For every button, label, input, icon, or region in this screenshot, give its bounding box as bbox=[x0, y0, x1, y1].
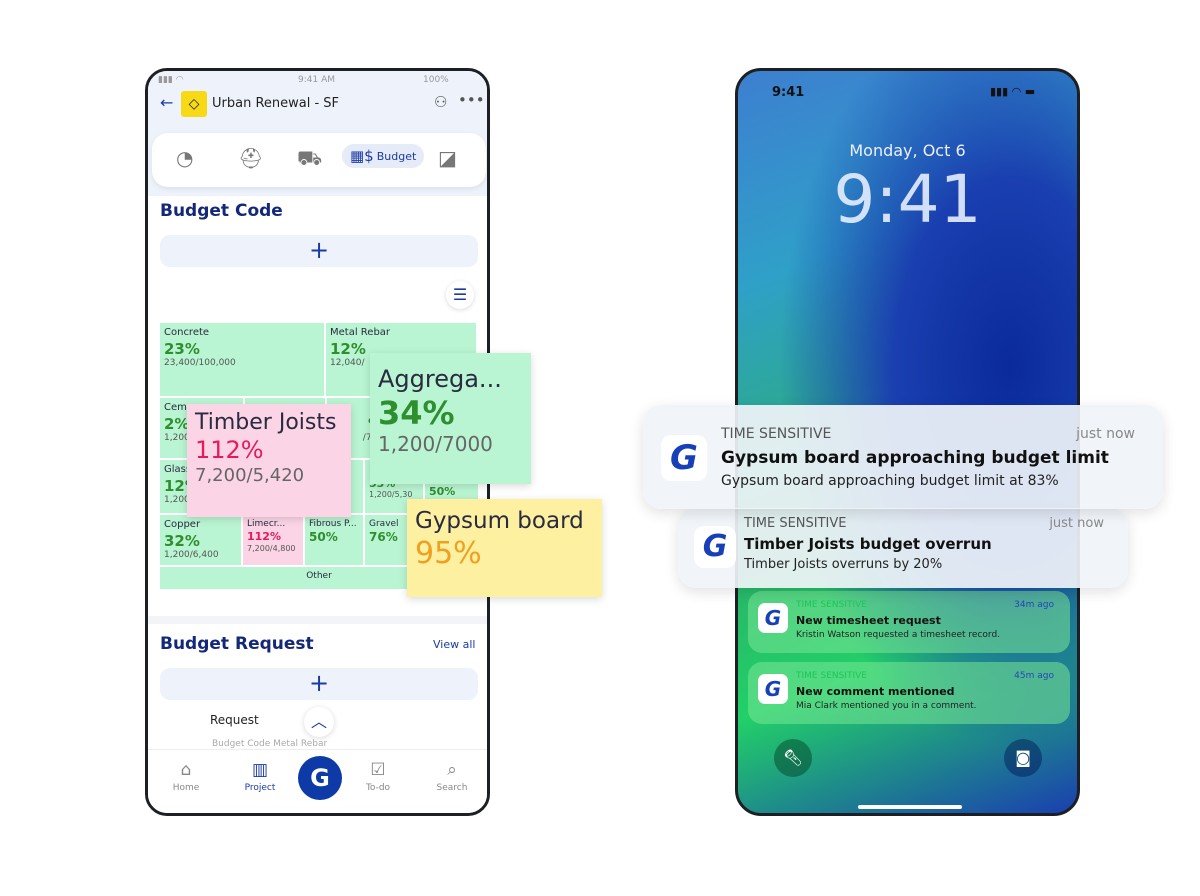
calculator-dollar-icon: ▦$ bbox=[350, 147, 374, 165]
hardhat-gear-icon[interactable]: ⛑ bbox=[238, 146, 263, 170]
home-indicator[interactable] bbox=[858, 805, 962, 809]
camera-icon[interactable]: ◙ bbox=[1004, 739, 1042, 777]
notification-comment[interactable]: G TIME SENSITIVE 45m ago New comment men… bbox=[748, 662, 1070, 724]
home-icon: ⌂ bbox=[180, 760, 192, 780]
project-logo: ◇ bbox=[181, 91, 207, 117]
speedometer-icon[interactable]: ◔ bbox=[176, 146, 193, 170]
flashlight-icon[interactable]: 🔦︎ bbox=[774, 739, 812, 777]
nav-project[interactable]: ▥ Project bbox=[230, 760, 290, 793]
project-icon: ▥ bbox=[251, 760, 269, 780]
more-icon[interactable]: ••• bbox=[458, 91, 485, 109]
battery: 100% bbox=[423, 75, 449, 85]
clipboard-icon: ☑ bbox=[370, 760, 386, 780]
status-time: 9:41 AM bbox=[298, 75, 335, 85]
treemap-cell-limecrete[interactable]: Limecr... 112% 7,200/4,800 bbox=[243, 515, 303, 565]
module-tabs: ◔ ⛑ ⛟ ▦$ Budget ◪ bbox=[152, 133, 486, 187]
search-icon: ⌕ bbox=[447, 760, 457, 780]
app-fab-button[interactable]: G bbox=[298, 756, 342, 800]
app-icon: G bbox=[758, 674, 788, 704]
app-icon: G bbox=[661, 435, 707, 481]
callout-gypsum-board: Gypsum board 95% bbox=[407, 499, 602, 597]
budget-request-title: Budget Request bbox=[160, 634, 314, 654]
lock-clock: 9:41 bbox=[833, 161, 982, 238]
nav-home[interactable]: ⌂ Home bbox=[156, 760, 216, 793]
app-icon: G bbox=[694, 526, 736, 568]
status-time: 9:41 bbox=[772, 85, 805, 100]
callout-timber-joists: Timber Joists 112% 7,200/5,420 bbox=[187, 404, 351, 517]
blueprint-icon[interactable]: ◪ bbox=[438, 146, 457, 170]
add-budget-code-button[interactable]: + bbox=[160, 235, 478, 267]
treemap-cell-copper[interactable]: Copper 32% 1,200/6,400 bbox=[160, 515, 241, 565]
callout-aggregate: Aggrega... 34% 1,200/7000 bbox=[370, 353, 531, 484]
arrow-left-icon[interactable]: ← bbox=[160, 93, 173, 112]
budget-code-title: Budget Code bbox=[160, 201, 283, 221]
lock-date: Monday, Oct 6 bbox=[849, 141, 966, 160]
status-icons: ▮▮▮ ◠ ▬ bbox=[990, 85, 1036, 98]
treemap-cell-fibrous[interactable]: Fibrous P... 50% bbox=[305, 515, 363, 565]
add-budget-request-button[interactable]: + bbox=[160, 668, 478, 700]
add-user-icon[interactable]: ⚇ bbox=[434, 93, 447, 111]
treemap-cell-concrete[interactable]: Concrete 23% 23,400/100,000 bbox=[160, 323, 324, 396]
request-peek[interactable]: Budget Code Metal Rebar bbox=[212, 739, 327, 749]
signal-icon: ▮▮▮ ◠ bbox=[158, 75, 184, 85]
mixer-truck-icon[interactable]: ⛟ bbox=[297, 146, 322, 173]
notification-timber-overrun[interactable]: G TIME SENSITIVE just now Timber Joists … bbox=[678, 508, 1128, 588]
nav-todo[interactable]: ☑ To-do bbox=[348, 760, 408, 793]
request-label: Request bbox=[210, 713, 259, 727]
app-icon: G bbox=[758, 603, 788, 633]
tab-budget[interactable]: ▦$ Budget bbox=[342, 144, 425, 168]
notification-gypsum-limit[interactable]: G TIME SENSITIVE just now Gypsum board a… bbox=[643, 405, 1163, 509]
list-view-icon[interactable]: ☰ bbox=[446, 281, 474, 309]
notification-timesheet[interactable]: G TIME SENSITIVE 34m ago New timesheet r… bbox=[748, 591, 1070, 653]
nav-search[interactable]: ⌕ Search bbox=[422, 760, 482, 793]
chevron-up-icon[interactable]: ︿ bbox=[304, 707, 334, 737]
project-title: Urban Renewal - SF bbox=[212, 96, 340, 111]
treemap-cell-pct: 50% bbox=[429, 485, 456, 498]
divider bbox=[148, 616, 487, 624]
view-all-link[interactable]: View all bbox=[433, 638, 475, 651]
